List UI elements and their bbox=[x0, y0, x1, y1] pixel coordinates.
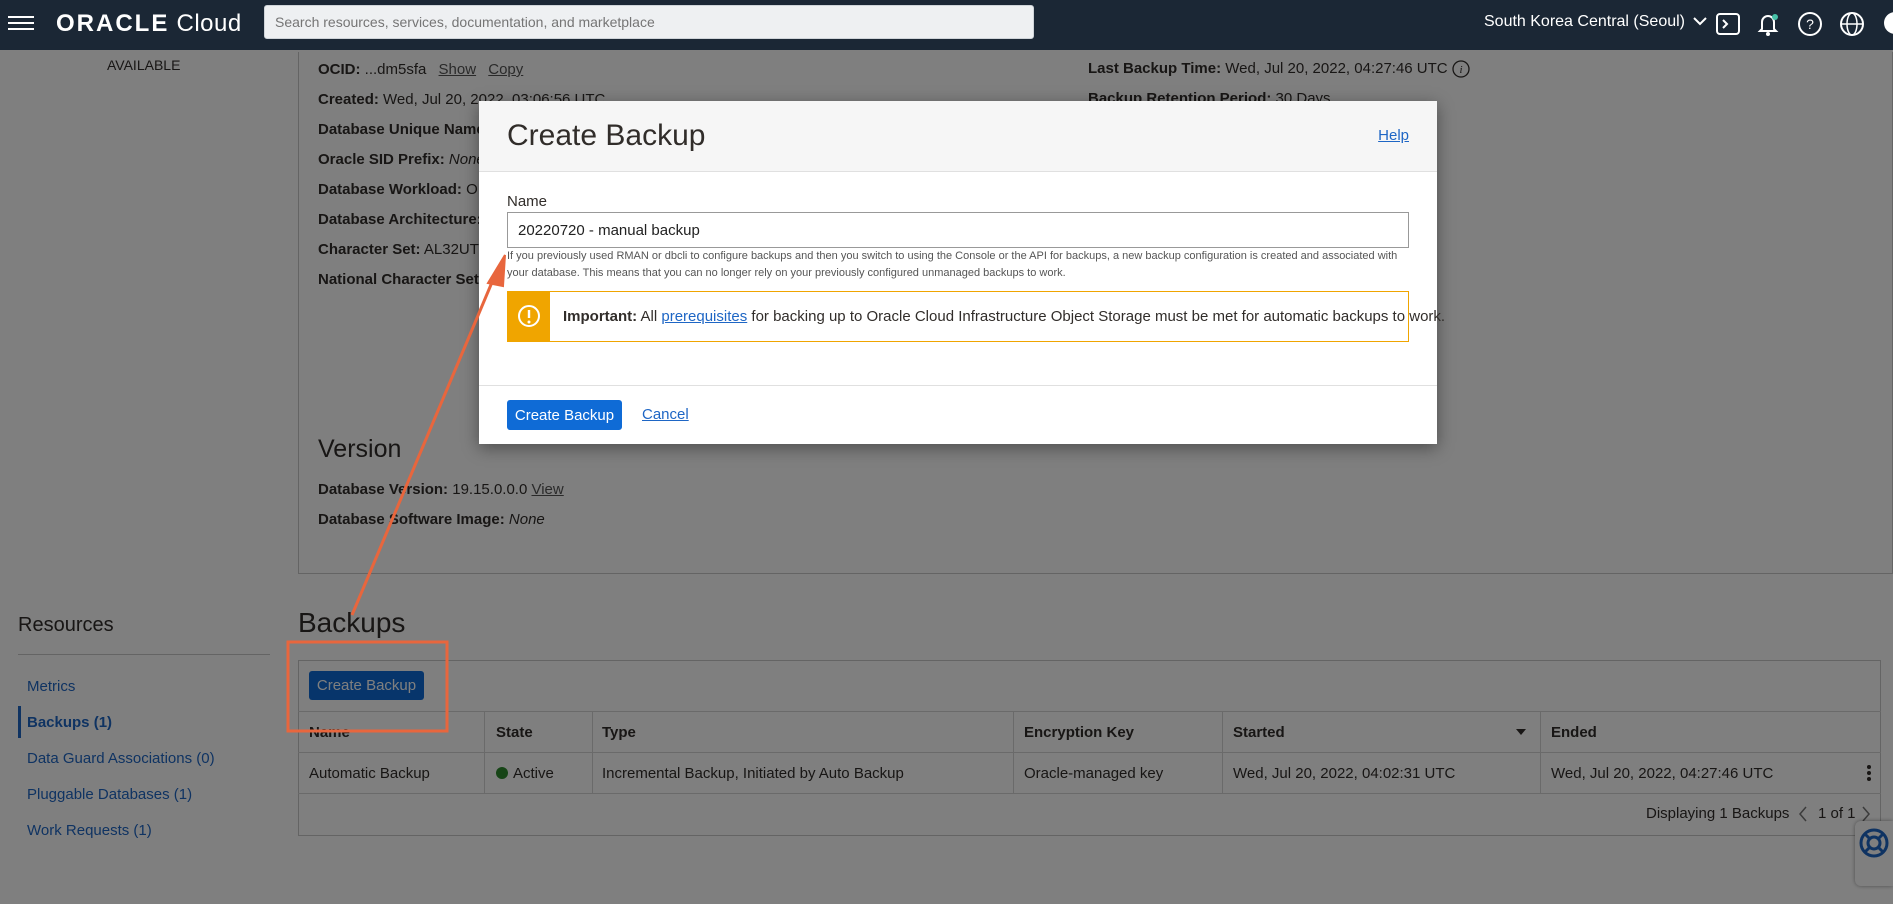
backup-name-input[interactable] bbox=[507, 212, 1409, 248]
svg-text:?: ? bbox=[1806, 16, 1814, 32]
prerequisites-link[interactable]: prerequisites bbox=[661, 308, 747, 325]
logo-cloud-text: Cloud bbox=[176, 10, 242, 37]
menu-icon[interactable] bbox=[8, 12, 34, 36]
name-help-text: If you previously used RMAN or dbcli to … bbox=[507, 250, 1398, 279]
alert-text-pre: All bbox=[640, 308, 658, 325]
dialog-cancel-link[interactable]: Cancel bbox=[642, 406, 689, 423]
important-alert: Important: All prerequisites for backing… bbox=[507, 291, 1445, 342]
help-icon[interactable]: ? bbox=[1796, 10, 1824, 38]
search-bar[interactable] bbox=[264, 5, 1034, 39]
region-selector[interactable]: South Korea Central (Seoul) bbox=[1484, 13, 1708, 31]
region-label: South Korea Central (Seoul) bbox=[1484, 13, 1685, 30]
create-backup-dialog: Create Backup Help Name If you previousl… bbox=[479, 101, 1445, 444]
alert-bold-label: Important: bbox=[563, 308, 638, 325]
search-input[interactable] bbox=[273, 13, 1029, 31]
warning-icon bbox=[518, 305, 540, 327]
dialog-header: Create Backup Help bbox=[479, 101, 1437, 172]
dialog-create-backup-button[interactable]: Create Backup bbox=[507, 400, 622, 430]
logo-oracle-text: ORACLE bbox=[56, 10, 170, 37]
dialog-help-link[interactable]: Help bbox=[1378, 127, 1409, 144]
dialog-title: Create Backup bbox=[507, 119, 706, 152]
profile-avatar[interactable] bbox=[1884, 12, 1893, 34]
dialog-footer-divider bbox=[479, 385, 1437, 386]
top-navigation-bar: ORACLE Cloud South Korea Central (Seoul)… bbox=[0, 0, 1893, 50]
alert-message: Important: All prerequisites for backing… bbox=[563, 308, 1445, 325]
bell-icon[interactable] bbox=[1754, 10, 1782, 38]
alert-text-post: for backing up to Oracle Cloud Infrastru… bbox=[751, 308, 1446, 325]
cloud-shell-icon[interactable] bbox=[1714, 10, 1742, 38]
chevron-down-icon bbox=[1693, 17, 1708, 26]
globe-icon[interactable] bbox=[1838, 10, 1866, 38]
name-field-label: Name bbox=[507, 193, 548, 210]
oracle-cloud-logo[interactable]: ORACLE Cloud bbox=[56, 10, 242, 38]
alert-icon-bar bbox=[508, 292, 550, 341]
